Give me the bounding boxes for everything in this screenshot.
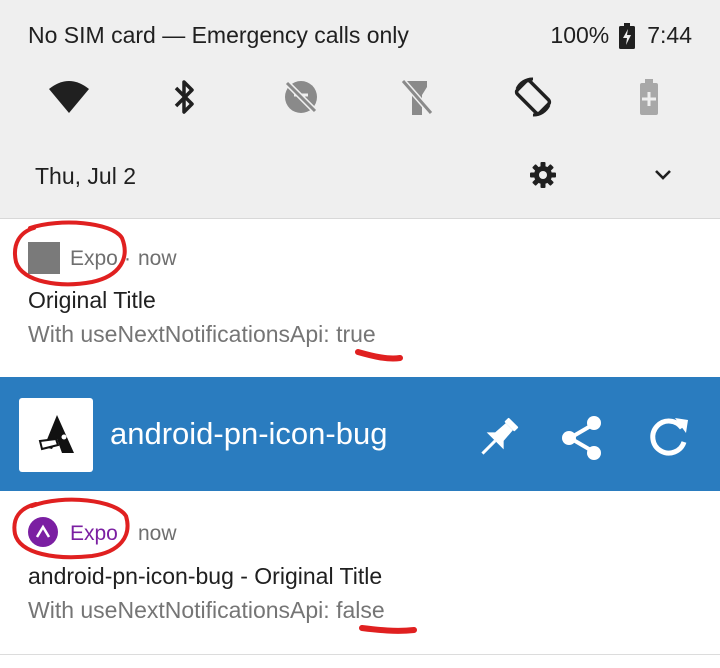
notification-time: now [138, 247, 177, 270]
expo-logo-icon [35, 524, 51, 538]
flashlight-off-icon [400, 79, 434, 115]
date-label: Thu, Jul 2 [35, 163, 136, 189]
notification-title: Original Title [28, 287, 156, 313]
bluetooth-icon [174, 80, 194, 114]
data-saver-off-icon [284, 80, 318, 114]
notification-app-name: Expo [70, 247, 118, 270]
battery-saver-icon [640, 79, 658, 115]
clock: 7:44 [647, 22, 692, 48]
app-logo[interactable] [19, 398, 93, 472]
settings-gear-icon[interactable] [528, 160, 558, 190]
battery-saver-tile[interactable] [616, 64, 682, 130]
reload-icon[interactable] [642, 412, 694, 464]
data-saver-tile[interactable] [268, 64, 334, 130]
app-logo-icon [38, 415, 74, 453]
separator-dot: · [124, 247, 131, 270]
divider [0, 654, 720, 655]
expo-app-icon [28, 517, 58, 547]
pin-icon[interactable] [472, 412, 524, 464]
notification-body: With useNextNotificationsApi: true [28, 321, 376, 347]
wifi-tile[interactable] [36, 64, 102, 130]
battery-charging-icon [619, 22, 636, 49]
notification-time: now [138, 522, 177, 545]
notification-title: android-pn-icon-bug - Original Title [28, 563, 383, 589]
status-right: 100% 7:44 [550, 22, 692, 49]
auto-rotate-tile[interactable] [500, 64, 566, 130]
notification-body: With useNextNotificationsApi: false [28, 597, 385, 623]
chevron-down-icon[interactable] [650, 162, 676, 188]
share-icon[interactable] [556, 412, 608, 464]
app-icon-placeholder [28, 242, 60, 274]
quick-settings-tiles [0, 64, 720, 130]
notification-app-name: Expo [70, 522, 118, 545]
carrier-status: No SIM card — Emergency calls only [28, 22, 409, 48]
flashlight-tile[interactable] [384, 64, 450, 130]
battery-percent: 100% [550, 22, 610, 48]
auto-rotate-icon [514, 77, 552, 117]
app-banner-title: android-pn-icon-bug [110, 416, 388, 451]
wifi-icon [49, 81, 89, 113]
bluetooth-tile[interactable] [152, 64, 218, 130]
